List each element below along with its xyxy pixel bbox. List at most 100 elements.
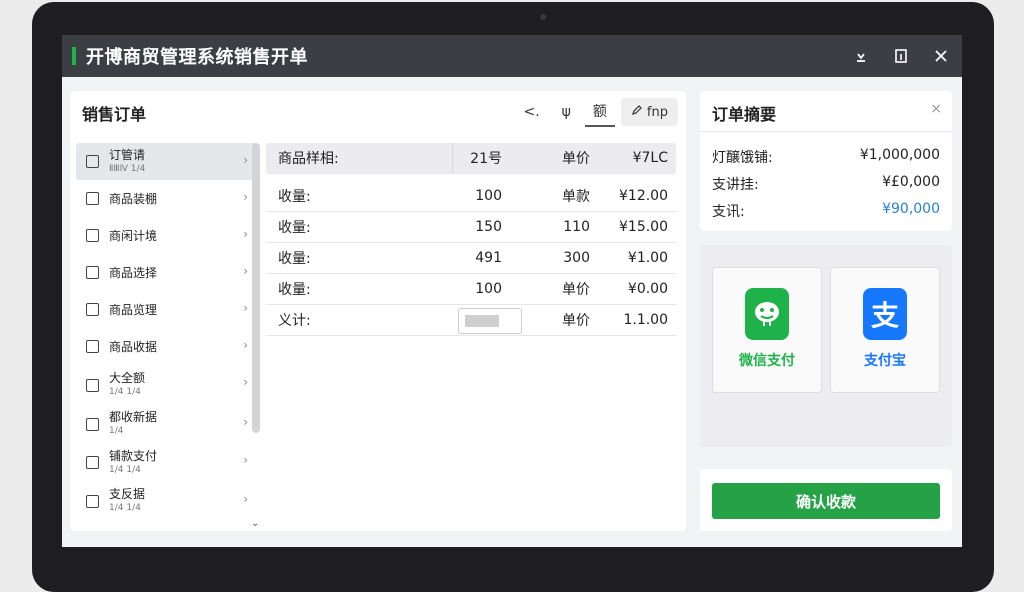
- chevron-right-icon: ›: [243, 415, 248, 429]
- summary-label: 支讯:: [712, 204, 745, 220]
- category-item[interactable]: 订管请 ⅡⅢⅣ 1/4 ›: [76, 143, 258, 180]
- scrollbar-thumb[interactable]: [252, 143, 260, 433]
- checkbox[interactable]: [86, 456, 99, 469]
- table-cell: 单价: [562, 282, 590, 298]
- title-bar: 开博商贸管理系统销售开单: [62, 35, 962, 77]
- table-row[interactable]: 收量: 491 300 ¥1.00: [266, 243, 676, 274]
- table-cell: 150: [475, 219, 502, 235]
- checkbox[interactable]: [86, 417, 99, 431]
- toolbar-tab-active[interactable]: 额: [584, 97, 615, 127]
- column-divider: [452, 143, 453, 173]
- column-header: 商品样相:: [278, 151, 339, 167]
- category-label: 商品览理: [109, 302, 158, 317]
- summary-label: 支讲挂:: [712, 177, 759, 193]
- summary-row: 灯醸饿铺: ¥1,000,000: [712, 147, 940, 167]
- category-sub: 1/4: [109, 426, 124, 436]
- toolbar-edit-label: fnp: [646, 104, 668, 120]
- alipay-label: 支付宝: [864, 353, 906, 369]
- category-item[interactable]: 大全额 1/4 1/4 ›: [76, 365, 258, 405]
- category-item[interactable]: 商品装棚 ›: [76, 180, 258, 217]
- checkbox[interactable]: [86, 192, 99, 205]
- alipay-icon: 支: [863, 288, 907, 340]
- total-quantity-input[interactable]: [458, 308, 522, 334]
- category-sub: 1/4 1/4: [109, 503, 141, 513]
- toolbar-edit-button[interactable]: fnp: [620, 98, 678, 126]
- checkbox[interactable]: [86, 229, 99, 242]
- category-sub: 1/4 1/4: [109, 464, 141, 475]
- category-sub: ⅡⅢⅣ 1/4: [109, 163, 146, 174]
- total-amount: 1.1.00: [623, 312, 668, 328]
- category-item[interactable]: 商品览理 ›: [76, 291, 258, 328]
- total-row: 义计: 单价 1.1.00: [266, 305, 676, 336]
- column-header: 21号: [470, 151, 502, 167]
- category-label: 订管请: [109, 147, 146, 162]
- confirm-panel: 确认收款: [700, 469, 952, 531]
- sales-order-title: 销售订单: [82, 105, 147, 124]
- category-label: 大全额: [109, 371, 146, 385]
- pin-icon[interactable]: [850, 45, 872, 67]
- table-row[interactable]: 收量: 100 单价 ¥0.00: [266, 274, 676, 305]
- chevron-down-icon[interactable]: ⌄: [251, 518, 259, 529]
- category-label: 商品收据: [109, 339, 158, 354]
- category-scrollbar[interactable]: ⌄: [251, 143, 260, 529]
- table-cell: 100: [475, 188, 502, 204]
- sales-order-panel: 销售订单 <. ψ 额 fnp 订管请 ⅡⅢⅣ 1/4 › 商品装棚 › 商闲计…: [70, 91, 686, 531]
- wechat-pay-icon: [745, 288, 789, 340]
- wechat-pay-option[interactable]: 微信支付: [712, 267, 822, 393]
- checkbox[interactable]: [86, 155, 99, 168]
- order-summary-title: 订单摘要: [712, 105, 777, 124]
- category-list: 订管请 ⅡⅢⅣ 1/4 › 商品装棚 › 商闲计境 › 商品选择 › 商品览理 …: [76, 143, 258, 527]
- table-cell: 110: [563, 219, 590, 235]
- table-cell: ¥15.00: [619, 219, 668, 235]
- main-content: 销售订单 <. ψ 额 fnp 订管请 ⅡⅢⅣ 1/4 › 商品装棚 › 商闲计…: [62, 77, 962, 547]
- table-header-row: 商品样相: 21号 单价 ¥7LC: [266, 143, 676, 174]
- checkbox[interactable]: [86, 266, 99, 279]
- toolbar-share-button[interactable]: ψ: [554, 100, 579, 124]
- table-cell: ¥1.00: [627, 250, 668, 266]
- table-cell: 收量:: [278, 220, 311, 236]
- chevron-right-icon: ›: [243, 338, 248, 352]
- chevron-right-icon: ›: [243, 375, 248, 389]
- restore-icon[interactable]: [890, 45, 912, 67]
- category-item[interactable]: 商品选择 ›: [76, 254, 258, 291]
- checkbox[interactable]: [86, 378, 99, 392]
- close-icon[interactable]: ×: [930, 101, 942, 117]
- title-accent-bar: [72, 47, 76, 65]
- summary-value: ¥£0,000: [882, 174, 940, 190]
- chevron-right-icon: ›: [243, 264, 248, 278]
- table-row[interactable]: 收量: 150 110 ¥15.00: [266, 212, 676, 243]
- checkbox[interactable]: [86, 494, 99, 508]
- category-item[interactable]: 商品收据 ›: [76, 328, 258, 365]
- summary-label: 灯醸饿铺:: [712, 150, 773, 166]
- confirm-payment-button[interactable]: 确认收款: [712, 483, 940, 519]
- category-label: 商品装棚: [109, 191, 158, 206]
- divider: [700, 131, 952, 132]
- checkbox[interactable]: [86, 340, 99, 353]
- table-cell: 收量:: [278, 251, 311, 267]
- table-row[interactable]: 收量: 100 单款 ¥12.00: [266, 181, 676, 212]
- order-summary-panel: 订单摘要 × 灯醸饿铺: ¥1,000,000 支讲挂: ¥£0,000 支讯:…: [700, 91, 952, 231]
- category-label: 铺款支付: [109, 448, 158, 463]
- table-cell: 收量:: [278, 282, 311, 298]
- input-placeholder-fill: [465, 315, 499, 327]
- category-label: 商品选择: [109, 265, 158, 280]
- table-cell: ¥0.00: [627, 281, 668, 297]
- category-item[interactable]: 都收新据 1/4 ›: [76, 405, 258, 443]
- summary-row: 支讯: ¥90,000: [712, 201, 940, 221]
- total-label: 义计:: [278, 313, 311, 329]
- chevron-right-icon: ›: [243, 227, 248, 241]
- alipay-option[interactable]: 支 支付宝: [830, 267, 940, 393]
- chevron-right-icon: ›: [243, 301, 248, 315]
- checkbox[interactable]: [86, 303, 99, 316]
- toolbar: <. ψ 额 fnp: [515, 97, 678, 127]
- toolbar-back-button[interactable]: <.: [515, 100, 547, 124]
- close-icon[interactable]: [930, 45, 952, 67]
- category-item[interactable]: 支反据 1/4 1/4 ›: [76, 482, 258, 520]
- app-window: 开博商贸管理系统销售开单 销售订单 <. ψ 额 fnp 订管请 ⅡⅢⅣ 1/4…: [62, 35, 962, 547]
- edit-icon: [631, 104, 643, 120]
- table-cell: 300: [563, 250, 590, 266]
- category-item[interactable]: 铺款支付 1/4 1/4 ›: [76, 443, 258, 482]
- product-detail-table: 商品样相: 21号 单价 ¥7LC 收量: 100 单款 ¥12.00 收量: …: [266, 143, 680, 527]
- window-title: 开博商贸管理系统销售开单: [86, 47, 308, 68]
- category-item[interactable]: 商闲计境 ›: [76, 217, 258, 254]
